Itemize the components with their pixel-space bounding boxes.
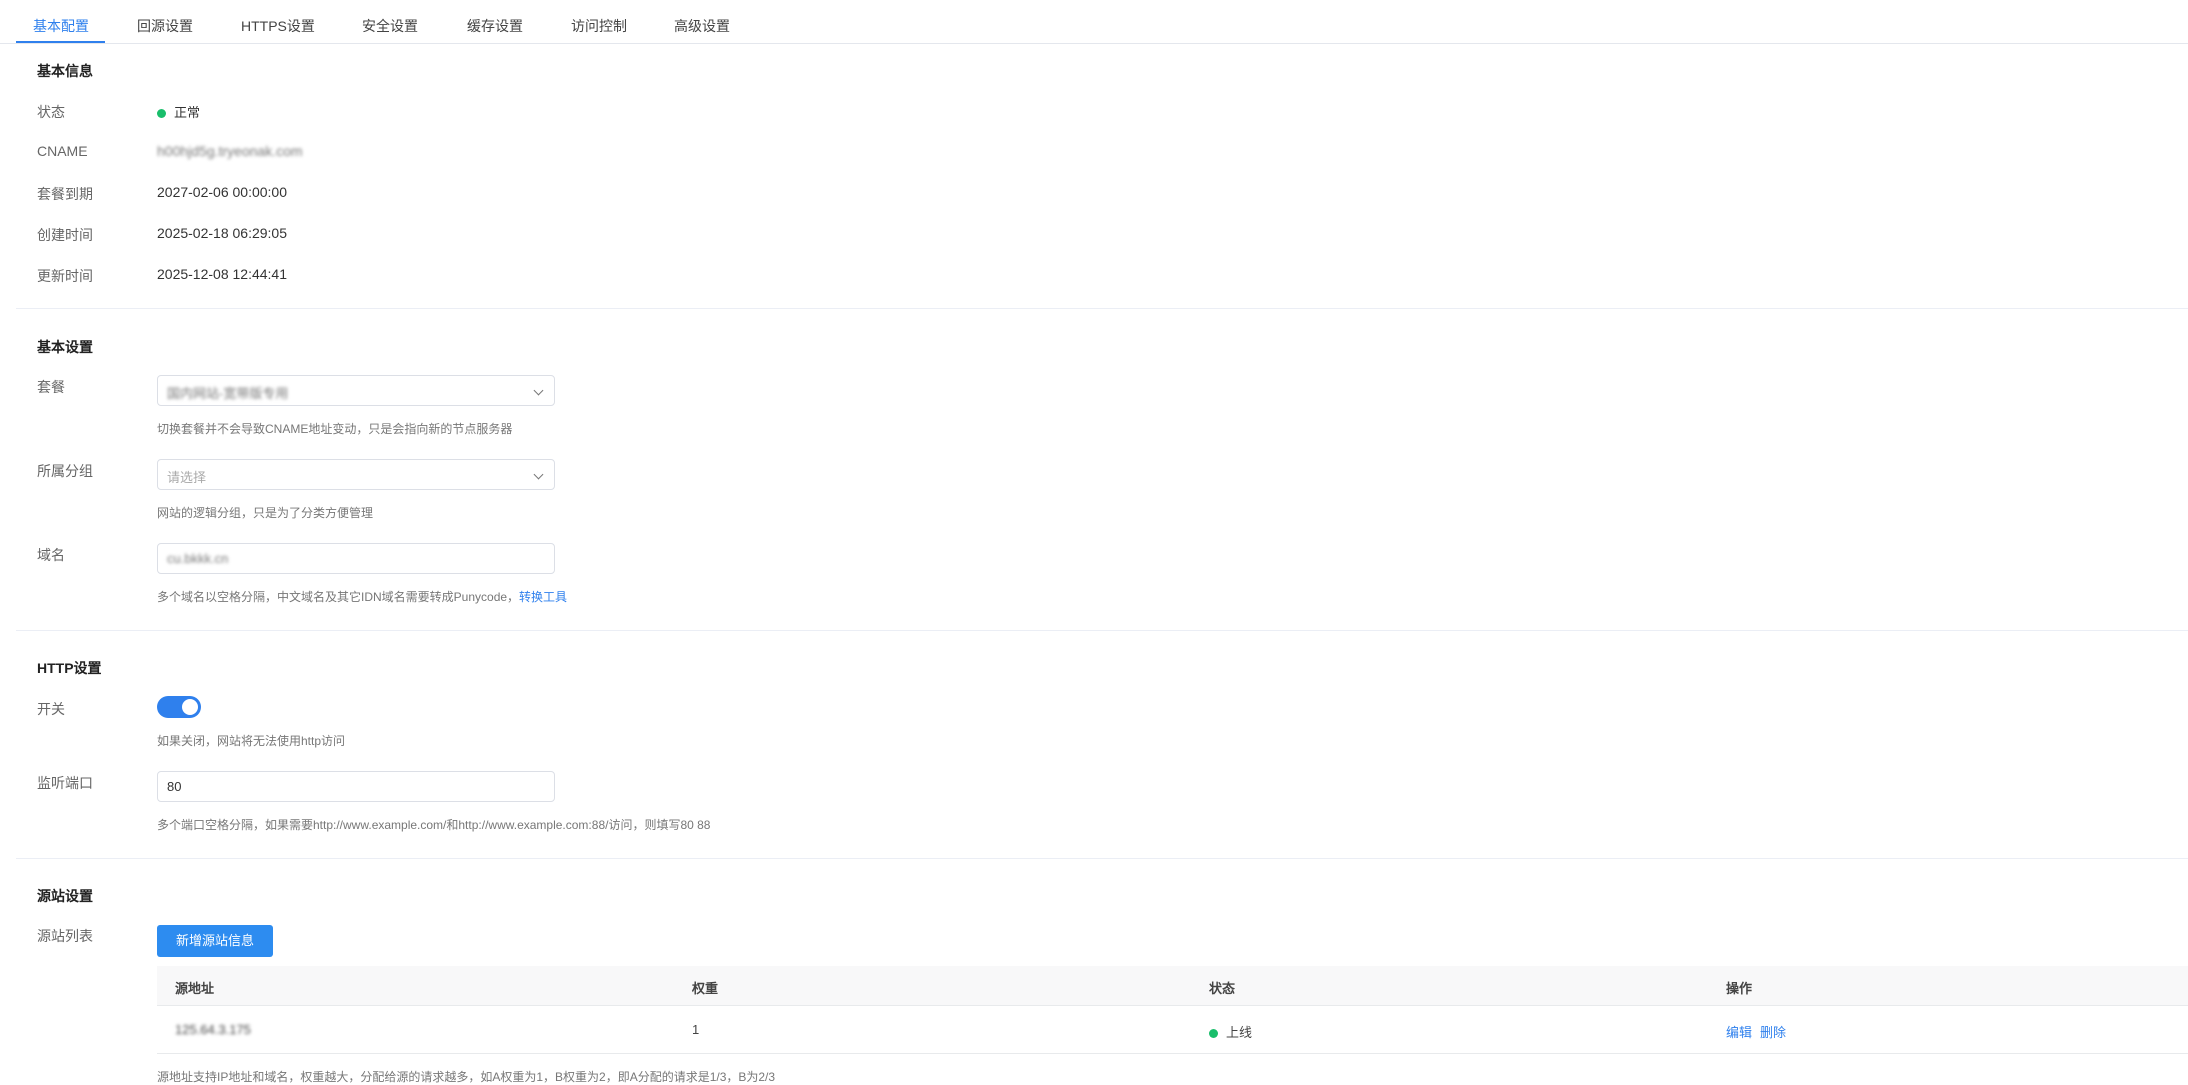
tab-https-settings[interactable]: HTTPS设置 [241,16,315,36]
chevron-down-icon [533,469,544,480]
created-label: 创建时间 [37,227,93,243]
section-divider [16,858,2188,859]
table-row: 125.64.3.175 1 上线 编辑 删除 [157,1006,2188,1054]
origin-footer-hint: 源地址支持IP地址和域名，权重越大，分配给源的请求越多，如A权重为1，B权重为2… [157,1070,776,1084]
group-select[interactable]: 请选择 [157,459,555,490]
status-text: 正常 [174,105,201,120]
tab-basic-config[interactable]: 基本配置 [33,16,89,36]
column-header-address: 源地址 [175,981,215,996]
package-select-value: 国内网站-宽带版专用 [167,386,289,401]
tab-origin-settings[interactable]: 回源设置 [137,16,193,36]
domain-hint-text: 多个域名以空格分隔，中文域名及其它IDN域名需要转成Punycode， [157,590,520,604]
created-value: 2025-02-18 06:29:05 [157,225,287,241]
tab-advanced-settings[interactable]: 高级设置 [674,16,730,36]
column-header-actions: 操作 [1726,981,1753,996]
updated-value: 2025-12-08 12:44:41 [157,266,287,282]
origin-settings-title: 源站设置 [37,888,93,904]
origin-list-label: 源站列表 [37,928,93,944]
domain-input[interactable]: cu.bkkk.cn [157,543,555,574]
tab-bar: 基本配置 回源设置 HTTPS设置 安全设置 缓存设置 访问控制 高级设置 [0,0,2188,44]
toggle-knob [182,699,198,715]
cname-label: CNAME [37,143,88,159]
http-switch-toggle[interactable] [157,696,201,718]
domain-input-value: cu.bkkk.cn [167,551,229,566]
group-select-placeholder: 请选择 [167,470,207,485]
updated-label: 更新时间 [37,268,93,284]
status-value: 正常 [157,102,200,121]
port-label: 监听端口 [37,775,93,791]
group-label: 所属分组 [37,463,93,479]
domain-hint: 多个域名以空格分隔，中文域名及其它IDN域名需要转成Punycode，转换工具 [157,588,567,605]
http-settings-title: HTTP设置 [37,660,102,676]
chevron-down-icon [533,385,544,396]
origin-actions: 编辑 删除 [1726,1022,1794,1041]
status-ok-icon [157,109,166,119]
http-switch-label: 开关 [37,701,65,717]
delete-origin-link[interactable]: 删除 [1760,1025,1786,1040]
group-hint: 网站的逻辑分组，只是为了分类方便管理 [157,506,374,520]
http-switch-hint: 如果关闭，网站将无法使用http访问 [157,734,346,748]
expire-label: 套餐到期 [37,186,93,202]
package-select[interactable]: 国内网站-宽带版专用 [157,375,555,406]
add-origin-button[interactable]: 新增源站信息 [157,925,273,957]
column-header-status: 状态 [1209,981,1236,996]
section-divider [16,630,2188,631]
section-divider [16,308,2188,309]
origin-weight: 1 [692,1022,700,1037]
tab-cache-settings[interactable]: 缓存设置 [467,16,523,36]
origin-status-text: 上线 [1226,1025,1253,1040]
cname-value: h00hjd5g.tryeonak.com [157,143,303,159]
tab-access-control[interactable]: 访问控制 [571,16,627,36]
port-hint: 多个端口空格分隔，如果需要http://www.example.com/和htt… [157,818,711,832]
status-label: 状态 [37,104,65,120]
port-input-value: 80 [167,779,182,794]
status-online-icon [1209,1029,1218,1039]
basic-settings-title: 基本设置 [37,339,93,355]
origin-status: 上线 [1209,1022,1252,1041]
expire-value: 2027-02-06 00:00:00 [157,184,287,200]
port-input[interactable]: 80 [157,771,555,802]
tab-security-settings[interactable]: 安全设置 [362,16,418,36]
package-hint: 切换套餐并不会导致CNAME地址变动，只是会指向新的节点服务器 [157,422,513,436]
origin-address: 125.64.3.175 [175,1022,251,1037]
domain-label: 域名 [37,547,65,563]
table-header: 源地址 权重 状态 操作 [157,966,2188,1006]
package-label: 套餐 [37,379,65,395]
basic-info-title: 基本信息 [37,63,93,79]
active-tab-indicator [16,41,105,43]
column-header-weight: 权重 [692,981,719,996]
edit-origin-link[interactable]: 编辑 [1726,1025,1752,1040]
convert-tool-link[interactable]: 转换工具 [519,590,567,604]
